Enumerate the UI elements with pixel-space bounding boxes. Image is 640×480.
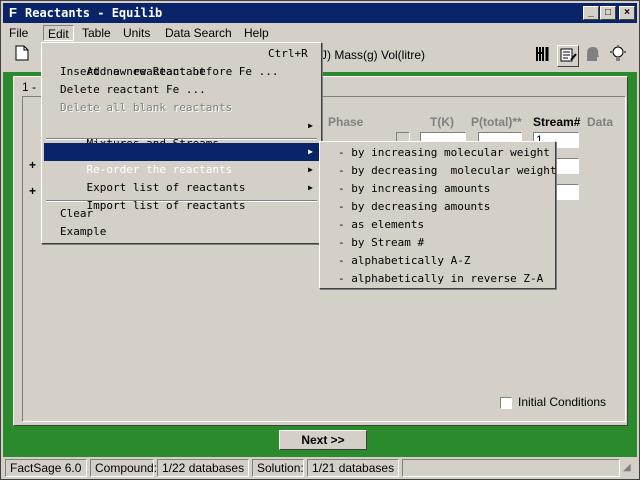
reorder-increasing-mw[interactable]: - by increasing molecular weight [322,144,553,162]
menu-reorder-reactants[interactable]: Re-order the reactants ▶ [44,143,319,176]
menu-delete-blank-reactants: Delete all blank reactants [60,101,233,114]
shortcut-label: Ctrl+R [268,47,308,60]
reorder-increasing-amounts[interactable]: - by increasing amounts [322,180,553,198]
menu-data-search[interactable]: Data Search [161,25,236,41]
initial-conditions-checkbox[interactable] [500,397,512,409]
reorder-alphabetical[interactable]: - alphabetically A-Z [322,252,553,270]
title-bar[interactable]: F Reactants - Equilib _ □ × [3,3,637,23]
menu-units[interactable]: Units [119,25,154,41]
menu-add-reactant[interactable]: Add a new Reactant Ctrl+R [44,45,319,78]
menu-help[interactable]: Help [240,25,273,41]
menu-edit[interactable]: Edit [43,25,74,41]
header-phase: Phase [328,115,364,129]
plus-sign: + [29,184,37,198]
status-solution-value: 1/21 databases [307,459,399,477]
status-bar: FactSage 6.0 Compound: 1/22 databases So… [3,459,637,477]
next-button[interactable]: Next >> [279,430,367,450]
menu-file[interactable]: File [5,25,32,41]
edit-menu: Add a new Reactant Ctrl+R Insert new reac… [41,42,322,244]
submenu-arrow-icon: ▶ [308,147,313,156]
submenu-arrow-icon: ▶ [308,183,313,192]
lightbulb-icon[interactable] [607,45,629,67]
menu-example[interactable]: Example [44,223,319,241]
header-data: Data [587,115,614,129]
reorder-decreasing-mw[interactable]: - by decreasing molecular weight [322,162,557,180]
submenu-arrow-icon: ▶ [308,165,313,174]
resize-grip-icon[interactable]: ◢ [623,462,635,474]
initial-conditions-label: Initial Conditions [518,395,607,409]
tab-label: 1 - [22,80,37,94]
units-labels: J) Mass(g) Vol(litre) [321,48,426,62]
status-compound-value: 1/22 databases [157,459,249,477]
menu-export-reactants[interactable]: Export list of reactants ▶ [44,161,319,194]
menu-delete-reactant[interactable]: Delete reactant Fe ... [44,81,319,99]
list-pencil-icon[interactable] [557,45,579,67]
header-pressure: P(total)** [471,115,522,129]
menu-table[interactable]: Table [78,25,115,41]
menu-bar: File Edit Table Units Data Search Help [3,24,637,42]
menu-mixtures-streams[interactable]: Mixtures and Streams▶ [44,117,319,150]
head-icon[interactable] [581,45,603,67]
new-document-icon[interactable] [11,45,33,67]
reorder-reverse-alphabetical[interactable]: - alphabetically in reverse Z-A [322,270,553,288]
header-temperature: T(K) [430,115,454,129]
plus-sign: + [29,158,37,172]
status-empty [402,459,620,477]
maximize-button[interactable]: □ [600,6,616,20]
submenu-arrow-icon: ▶ [308,121,313,130]
status-app: FactSage 6.0 [5,459,87,477]
close-button[interactable]: × [619,6,635,20]
fork-knife-icon[interactable] [532,45,554,67]
status-compound-label: Compound: [90,459,157,477]
reorder-decreasing-amounts[interactable]: - by decreasing amounts [322,198,553,216]
window-title: Reactants - Equilib [25,6,163,20]
minimize-button[interactable]: _ [583,6,599,20]
reorder-as-elements[interactable]: - as elements [322,216,553,234]
menu-import-reactants[interactable]: Import list of reactants ▶ [44,179,319,212]
app-icon[interactable]: F [5,5,21,21]
reorder-submenu: - by increasing molecular weight - by de… [319,141,557,289]
header-stream: Stream# [533,115,581,129]
reorder-by-stream[interactable]: - by Stream # [322,234,553,252]
status-solution-label: Solution: [252,459,304,477]
